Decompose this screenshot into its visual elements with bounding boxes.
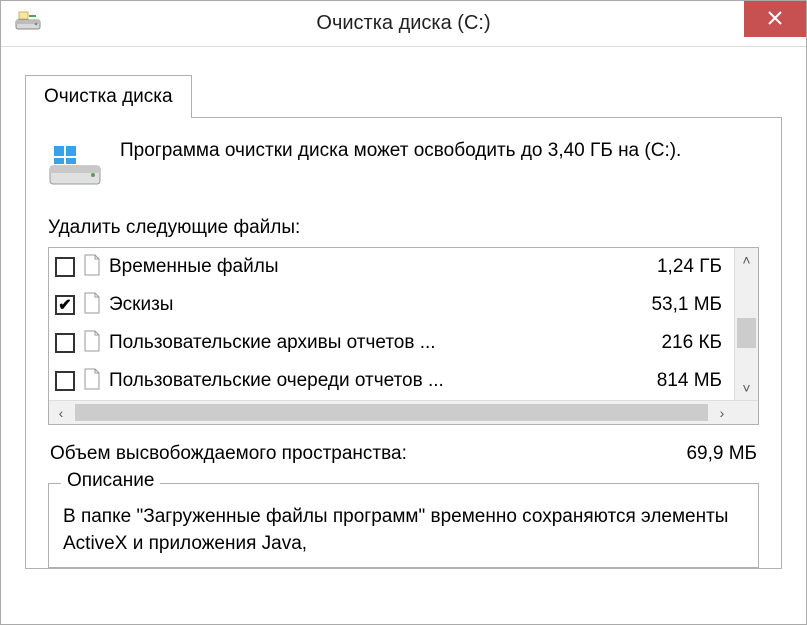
disk-cleanup-window: Очистка диска (C:) Очистка диска — [0, 0, 807, 625]
description-group: Описание В папке "Загруженные файлы прог… — [48, 483, 759, 568]
vscroll-thumb[interactable] — [737, 318, 756, 348]
description-title: Описание — [61, 470, 160, 492]
list-item[interactable]: Пользовательские очереди отчетов ... 814… — [49, 362, 758, 400]
content: Очистка диска — [1, 47, 806, 569]
file-icon — [83, 368, 101, 395]
scroll-up-icon[interactable]: ˄ — [735, 248, 758, 272]
total-value: 69,9 МБ — [686, 443, 757, 465]
file-icon — [83, 292, 101, 319]
drive-icon — [48, 142, 102, 193]
hscroll-thumb[interactable] — [75, 404, 708, 421]
checkbox[interactable] — [55, 295, 75, 315]
checkbox[interactable] — [55, 257, 75, 277]
description-text: В папке "Загруженные файлы программ" вре… — [63, 504, 744, 557]
intro-text: Программа очистки диска может освободить… — [120, 138, 681, 165]
file-name: Пользовательские очереди отчетов ... — [109, 370, 649, 392]
file-list-label: Удалить следующие файлы: — [48, 217, 759, 239]
close-button[interactable] — [744, 1, 806, 37]
scroll-left-icon[interactable]: ‹ — [49, 405, 73, 421]
titlebar: Очистка диска (C:) — [1, 1, 806, 47]
tab-panel: Программа очистки диска может освободить… — [25, 117, 782, 569]
file-list: Временные файлы 1,24 ГБ Эскизы 53,1 МБ П… — [48, 247, 759, 425]
scroll-down-icon[interactable]: ˅ — [735, 376, 758, 400]
tabs: Очистка диска — [25, 75, 782, 569]
tab-cleanup[interactable]: Очистка диска — [25, 75, 192, 118]
file-icon — [83, 330, 101, 357]
checkbox[interactable] — [55, 333, 75, 353]
horizontal-scrollbar[interactable]: ‹ › — [49, 400, 758, 424]
vertical-scrollbar[interactable]: ˄ ˅ — [734, 248, 758, 400]
scroll-right-icon[interactable]: › — [710, 405, 734, 421]
file-name: Пользовательские архивы отчетов ... — [109, 332, 653, 354]
list-item[interactable]: Пользовательские архивы отчетов ... 216 … — [49, 324, 758, 362]
file-name: Эскизы — [109, 294, 643, 316]
list-item[interactable]: Эскизы 53,1 МБ — [49, 286, 758, 324]
file-name: Временные файлы — [109, 256, 649, 278]
total-row: Объем высвобождаемого пространства: 69,9… — [48, 443, 759, 465]
file-icon — [83, 254, 101, 281]
intro: Программа очистки диска может освободить… — [48, 138, 759, 193]
window-title: Очистка диска (C:) — [316, 12, 490, 35]
checkbox[interactable] — [55, 371, 75, 391]
list-item[interactable]: Временные файлы 1,24 ГБ — [49, 248, 758, 286]
disk-cleanup-icon — [15, 10, 41, 37]
close-icon — [768, 9, 782, 30]
tab-label: Очистка диска — [44, 86, 173, 107]
total-label: Объем высвобождаемого пространства: — [50, 443, 407, 465]
